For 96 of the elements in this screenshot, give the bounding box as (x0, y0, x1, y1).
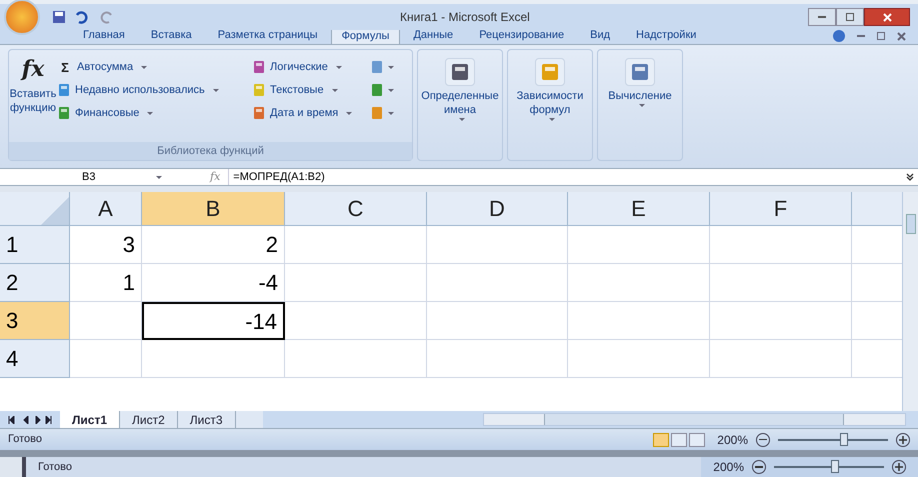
table-cell: -14 (142, 302, 285, 340)
caret-icon (459, 118, 465, 120)
row-header[interactable]: 4 (0, 340, 70, 378)
function-category-button[interactable] (370, 58, 394, 76)
function-category-button[interactable]: Недавно использовались (57, 81, 252, 99)
page-layout-button[interactable] (671, 432, 688, 446)
ribbon-tab[interactable]: Надстройки (623, 26, 710, 44)
column-header[interactable]: D (427, 192, 568, 226)
row-header[interactable]: 3 (0, 302, 70, 340)
plus-icon (899, 436, 907, 444)
book-icon (370, 60, 384, 74)
table-cell: 1 (70, 264, 142, 302)
book-icon (252, 83, 266, 97)
sheet-tab[interactable]: Лист2 (119, 410, 177, 428)
ribbon-button[interactable]: Зависимости формул (510, 50, 590, 120)
sheet-tab[interactable]: Лист3 (176, 410, 235, 428)
zoom-level: 200% (713, 459, 744, 476)
function-category-button[interactable]: Σ Автосумма (57, 58, 252, 76)
minimize-button[interactable] (808, 8, 836, 26)
book-icon (370, 83, 384, 97)
row-header[interactable]: 1 (0, 226, 70, 264)
table-cell: 2 (142, 226, 285, 264)
ribbon-button[interactable]: Определенные имена (420, 50, 500, 120)
caret-icon (639, 104, 645, 107)
column-header[interactable]: A (70, 192, 142, 226)
sheet-tab[interactable]: Лист1 (60, 410, 120, 428)
zoom-in-button[interactable] (892, 460, 906, 474)
zoom-out-button[interactable] (756, 432, 770, 446)
book-icon (57, 106, 71, 120)
horizontal-scrollbar[interactable] (482, 413, 906, 426)
office-button[interactable] (4, 0, 40, 35)
ribbon-tab[interactable]: Рецензирование (466, 26, 578, 44)
caret-icon (212, 88, 219, 92)
page-break-button[interactable] (689, 432, 706, 446)
row-header[interactable]: 2 (0, 264, 70, 302)
slider-thumb[interactable] (830, 460, 838, 473)
function-category-button[interactable] (370, 81, 394, 99)
ribbon-button[interactable]: Вычисление (600, 50, 680, 107)
caret-icon (346, 112, 352, 114)
caret-icon (388, 112, 394, 114)
window-title: Книга1 - Microsoft Excel (400, 9, 530, 26)
sigma-icon: Σ (57, 60, 73, 74)
status-text: Готово (37, 460, 72, 475)
ribbon-tab[interactable]: Главная (70, 26, 138, 44)
caret-icon (336, 66, 342, 68)
function-icon: fx (22, 58, 44, 80)
caret-icon (549, 118, 555, 120)
formula-field[interactable]: =МОПРЕД(A1:B2) (228, 168, 906, 186)
zoom-level: 200% (717, 432, 748, 448)
book-icon (57, 83, 71, 97)
restore-button[interactable] (877, 32, 885, 40)
zoom-in-button[interactable] (896, 432, 910, 446)
column-header[interactable]: E (568, 192, 710, 226)
zoom-out-button[interactable] (752, 460, 766, 474)
save-icon[interactable] (52, 10, 66, 24)
name-box[interactable]: B3 (0, 168, 170, 186)
column-header[interactable]: B (142, 192, 285, 226)
function-icon[interactable]: fx (210, 168, 220, 186)
undo-icon[interactable] (74, 10, 88, 24)
book-icon (252, 106, 266, 120)
caret-icon (156, 176, 162, 178)
close-icon (882, 12, 892, 22)
function-category-button[interactable]: Дата и время (252, 104, 370, 122)
close-icon (897, 32, 906, 40)
function-category-button[interactable]: Логические (252, 58, 370, 76)
column-header[interactable]: C (285, 192, 427, 226)
book-icon (370, 106, 384, 120)
function-category-button[interactable]: Текстовые (252, 81, 370, 99)
ribbon-tab[interactable]: Разметка страницы (204, 26, 331, 44)
ribbon-tab[interactable]: Вид (577, 26, 624, 44)
caret-icon (141, 66, 148, 68)
ribbon-tab[interactable]: Данные (400, 26, 466, 44)
caret-icon (332, 88, 338, 92)
function-category-button[interactable] (370, 104, 394, 122)
slider-thumb[interactable] (840, 432, 848, 446)
corner-triangle-icon (41, 197, 69, 225)
function-category-button[interactable]: Финансовые (57, 104, 252, 122)
close-button[interactable] (864, 8, 910, 26)
plus-icon (895, 463, 903, 471)
ribbon-tab[interactable]: Вставка (138, 26, 205, 44)
insert-function-button[interactable]: fx Вставить функцию (9, 54, 57, 142)
caret-icon (147, 112, 154, 114)
expand-icon[interactable] (906, 173, 914, 181)
close-button[interactable] (897, 32, 906, 40)
caret-icon (388, 66, 394, 68)
table-cell: 3 (70, 226, 142, 264)
help-icon[interactable] (833, 30, 845, 42)
book-icon (252, 60, 266, 74)
vertical-scrollbar[interactable] (902, 192, 918, 411)
group-label: Библиотека функций (9, 142, 412, 160)
maximize-button[interactable] (836, 8, 864, 26)
sheet-navigation-icon[interactable] (8, 416, 52, 424)
column-header[interactable]: F (710, 192, 852, 226)
caret-icon (388, 88, 394, 92)
status-text: Готово (8, 432, 42, 448)
table-cell: -4 (142, 264, 285, 302)
